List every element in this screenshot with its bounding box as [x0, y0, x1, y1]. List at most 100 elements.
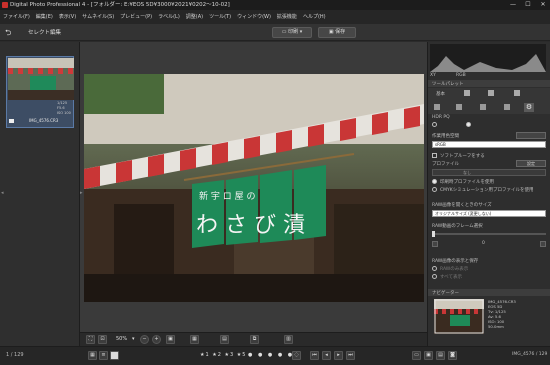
printer-profile-radio[interactable] [432, 179, 437, 184]
tone-curve-icon[interactable] [464, 90, 470, 96]
menu-extensions[interactable]: 拡張機能 [274, 10, 300, 24]
tool-tabs-row2: ⚙ [428, 102, 550, 114]
raw-badge-icon [9, 119, 14, 123]
rating-icons[interactable]: ★1 ★2 ★3 ★5 [200, 352, 246, 358]
back-arrow-icon[interactable]: ⮌ [5, 28, 14, 37]
navigator-header: ナビゲーター [428, 289, 550, 296]
raw-size-label: RAW画像を開くときのサイズ [432, 203, 492, 208]
minimize-button[interactable]: — [506, 0, 520, 10]
zoom-in-icon[interactable]: + [152, 335, 161, 344]
layout-icon[interactable]: ▥ [284, 335, 293, 344]
panel-icon-1[interactable]: ▭ [412, 351, 421, 360]
mode-label[interactable]: セレクト編集 [28, 28, 61, 36]
histogram-mode[interactable]: XY [430, 73, 436, 78]
last-image-icon[interactable]: ⏭ [346, 351, 355, 360]
histogram-channel[interactable]: RGB [456, 73, 466, 78]
status-right-count: IMG_4576 / 129 [512, 352, 548, 357]
fit-icon[interactable]: ⛶ [86, 335, 95, 344]
detail-icon[interactable] [514, 90, 520, 96]
panel-icon-3[interactable]: ▤ [436, 351, 445, 360]
panel-icon-2[interactable]: ▣ [424, 351, 433, 360]
toolbar: ⮌ セレクト編集 ▭ 印刷 ▾ ▣ 保存 [0, 24, 550, 41]
view-list-icon[interactable]: ≡ [99, 351, 108, 360]
menu-file[interactable]: ファイル(F) [0, 10, 33, 24]
histogram [430, 44, 546, 72]
menu-tools[interactable]: ツール(T) [206, 10, 234, 24]
settings-gear-icon[interactable]: ⚙ [524, 103, 534, 112]
menu-thumbnail[interactable]: サムネイル(S) [79, 10, 117, 24]
profile-settings-button[interactable]: 設定 [516, 160, 546, 167]
maximize-button[interactable]: ☐ [521, 0, 535, 10]
close-button[interactable]: ✕ [536, 0, 550, 10]
label-clear-icon[interactable]: ◌ [292, 351, 301, 360]
color-icon[interactable] [488, 90, 494, 96]
image-count: 1 / 129 [6, 352, 24, 358]
viewer-left-arrow-icon[interactable]: ▸ [80, 190, 83, 196]
chevron-down-icon: ▾ [299, 29, 303, 35]
color-space-options-button[interactable] [516, 132, 546, 139]
app-icon [2, 2, 8, 8]
first-image-icon[interactable]: ⏮ [310, 351, 319, 360]
raw-only-label: RAWのみ表示 [440, 267, 469, 272]
zoom-level[interactable]: 50% [116, 336, 127, 342]
label-dots-icon[interactable]: ● ● ● ● ● [248, 352, 294, 358]
raw-save-label: RAW画像の表示と保存 [432, 259, 479, 264]
view-single-icon[interactable] [110, 351, 119, 360]
cms-profile-radio[interactable] [432, 187, 437, 192]
menu-adjust[interactable]: 調整(A) [183, 10, 206, 24]
prev-image-icon[interactable]: ◂ [322, 351, 331, 360]
raw-frame-label: RAW動画のフレーム選択 [432, 224, 483, 229]
lens-icon[interactable] [434, 104, 440, 110]
print-button[interactable]: ▭ 印刷 ▾ [272, 27, 312, 38]
menu-window[interactable]: ウィンドウ(W) [234, 10, 274, 24]
frame-prev-button[interactable] [432, 241, 438, 247]
menu-view[interactable]: 表示(V) [56, 10, 79, 24]
navigator-preview[interactable] [434, 299, 484, 334]
profile-label: プロファイル [432, 162, 459, 167]
hdr-label: HDR PQ [432, 115, 450, 120]
highlight-warning-icon[interactable]: ▤ [220, 335, 229, 344]
menu-edit[interactable]: 編集(E) [33, 10, 56, 24]
raw-frame-slider[interactable] [432, 231, 546, 237]
compare-icon[interactable]: ⧉ [250, 335, 259, 344]
tool-palette-header: ツールパレット [428, 80, 550, 87]
af-point-icon[interactable]: ▣ [166, 335, 175, 344]
view-grid-icon[interactable]: ▦ [88, 351, 97, 360]
printer-icon: ▭ [281, 29, 287, 35]
zoom-dropdown-icon[interactable]: ▾ [132, 336, 135, 342]
tab-basic[interactable]: 基本 [436, 91, 445, 97]
thumb-iso: ISO 100 [57, 111, 71, 115]
softproof-checkbox[interactable] [432, 153, 437, 158]
right-panel: XY RGB ツールパレット 基本 ⚙ HDR PQ 作業用色空間 sRGB ソ… [427, 42, 550, 346]
next-image-icon[interactable]: ▸ [334, 351, 343, 360]
profile-field[interactable]: なし [432, 169, 546, 176]
frame-next-button[interactable] [540, 241, 546, 247]
zoom-out-icon[interactable]: − [140, 335, 149, 344]
left-panel-collapse-icon[interactable]: ◂ [1, 190, 4, 196]
raw-frame-slider-thumb[interactable] [432, 231, 435, 237]
raw-all-radio[interactable] [432, 274, 437, 279]
raw-only-radio[interactable] [432, 266, 437, 271]
save-button[interactable]: ▣ 保存 [318, 27, 356, 38]
hdr-off-radio[interactable] [432, 122, 437, 127]
color-space-select[interactable]: sRGB [432, 141, 546, 148]
thumbnail-item[interactable]: 1/125 F5.6 ISO 100 IMG_4576.CR3 [6, 56, 74, 128]
actual-size-icon[interactable]: ⊡ [98, 335, 107, 344]
camera-icon[interactable]: ◙ [448, 351, 457, 360]
raw-all-label: すべて表示 [440, 275, 463, 280]
grid-icon[interactable]: ▦ [190, 335, 199, 344]
window-title: Digital Photo Professional 4 - [フォルダー: E… [10, 2, 230, 8]
info-icon[interactable] [504, 104, 510, 110]
thumb-shutter: 1/125 [57, 101, 68, 105]
cms-profile-label: CMYKシミュレーション用プロファイルを使用 [440, 188, 534, 193]
hdr-on-radio[interactable] [466, 122, 471, 127]
menu-help[interactable]: ヘルプ(H) [300, 10, 329, 24]
crop-icon[interactable] [456, 104, 462, 110]
printer-profile-label: 印刷時プロファイルを使用 [440, 180, 494, 185]
softproof-label: ソフトプルーフをする [440, 154, 485, 159]
menu-label[interactable]: ラベル(L) [155, 10, 183, 24]
menu-preview[interactable]: プレビュー(P) [117, 10, 155, 24]
raw-size-select[interactable]: オリジナルサイズ (変更しない) [432, 210, 546, 217]
stamp-icon[interactable] [480, 104, 486, 110]
viewer-toolbar: ⛶ ⊡ 50% ▾ − + ▣ ▦ ▤ ⧉ ▥ [80, 332, 427, 346]
